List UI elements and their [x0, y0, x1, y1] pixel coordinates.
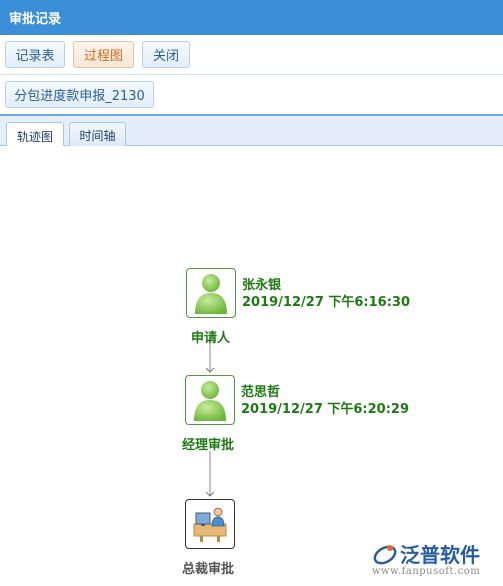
office-worker-icon	[193, 507, 227, 542]
flow-node-president[interactable]	[185, 499, 235, 549]
flow-node-manager[interactable]	[185, 375, 235, 425]
node-person: 范思哲	[241, 385, 281, 400]
node-time: 2019/12/27 下午6:20:29	[241, 402, 410, 417]
node-step-name: 经理审批	[182, 438, 235, 453]
node-time: 2019/12/27 下午6:16:30	[242, 295, 411, 310]
brand-logo-icon	[373, 545, 397, 565]
node-step-name: 总裁审批	[182, 562, 235, 577]
flow-node-applicant[interactable]	[186, 268, 236, 318]
node-person: 张永银	[242, 278, 282, 293]
watermark-url: www.fanpusoft.com	[372, 566, 481, 577]
user-icon	[195, 274, 227, 314]
user-icon	[194, 381, 226, 421]
watermark: 泛普软件 www.fanpusoft.com	[372, 539, 497, 581]
node-step-name: 申请人	[191, 331, 231, 346]
watermark-brand: 泛普软件	[400, 543, 480, 567]
